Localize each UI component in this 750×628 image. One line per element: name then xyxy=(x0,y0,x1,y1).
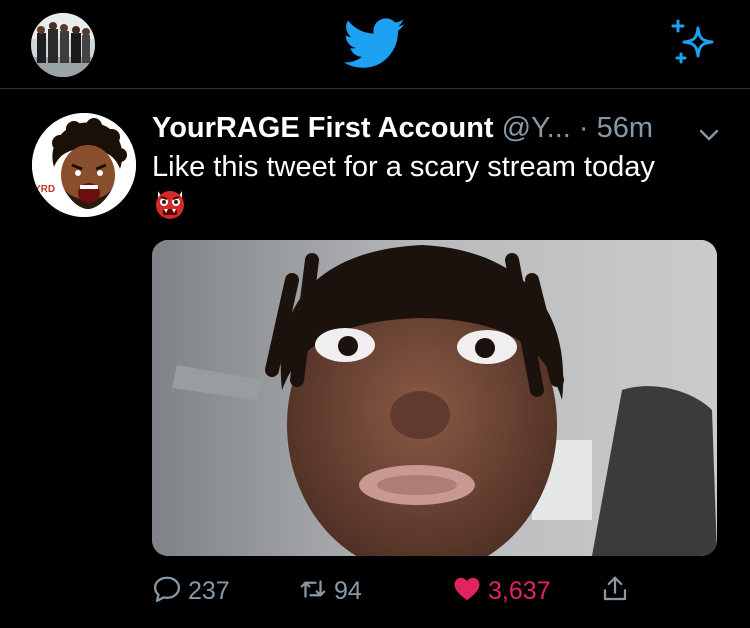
share-button[interactable] xyxy=(600,569,630,613)
share-icon xyxy=(600,574,630,609)
author-avatar[interactable]: YRD xyxy=(32,113,136,217)
avatar-badge-text: YRD xyxy=(34,184,55,195)
reply-count: 237 xyxy=(188,576,230,605)
profile-avatar[interactable] xyxy=(31,13,95,77)
twitter-bird-icon[interactable] xyxy=(343,18,406,70)
retweet-icon xyxy=(298,574,328,609)
author-handle[interactable]: @Y... xyxy=(502,112,571,144)
tweet-actions: 237 94 3,637 xyxy=(152,569,712,613)
retweet-button[interactable]: 94 xyxy=(298,569,362,613)
tweet-header: YourRAGE First Account @Y... · 56m xyxy=(152,108,732,148)
tweet-media-photo[interactable] xyxy=(152,240,717,556)
header-separator: · xyxy=(578,112,589,144)
ogre-emoji-icon xyxy=(152,185,188,221)
top-navigation-bar xyxy=(0,0,750,89)
chevron-down-icon[interactable] xyxy=(697,118,721,142)
tweet-text: Like this tweet for a scary stream today xyxy=(152,151,655,183)
sparkle-icon[interactable] xyxy=(666,18,718,70)
heart-filled-icon xyxy=(452,574,482,609)
author-name[interactable]: YourRAGE First Account xyxy=(152,112,494,144)
tweet-card[interactable]: YRD YourRAGE First Account @Y... · 56m L… xyxy=(0,89,750,628)
like-button[interactable]: 3,637 xyxy=(452,569,551,613)
reply-button[interactable]: 237 xyxy=(152,569,230,613)
tweet-timestamp[interactable]: 56m xyxy=(597,112,653,144)
retweet-count: 94 xyxy=(334,576,362,605)
like-count: 3,637 xyxy=(488,576,551,605)
reply-icon xyxy=(152,574,182,609)
